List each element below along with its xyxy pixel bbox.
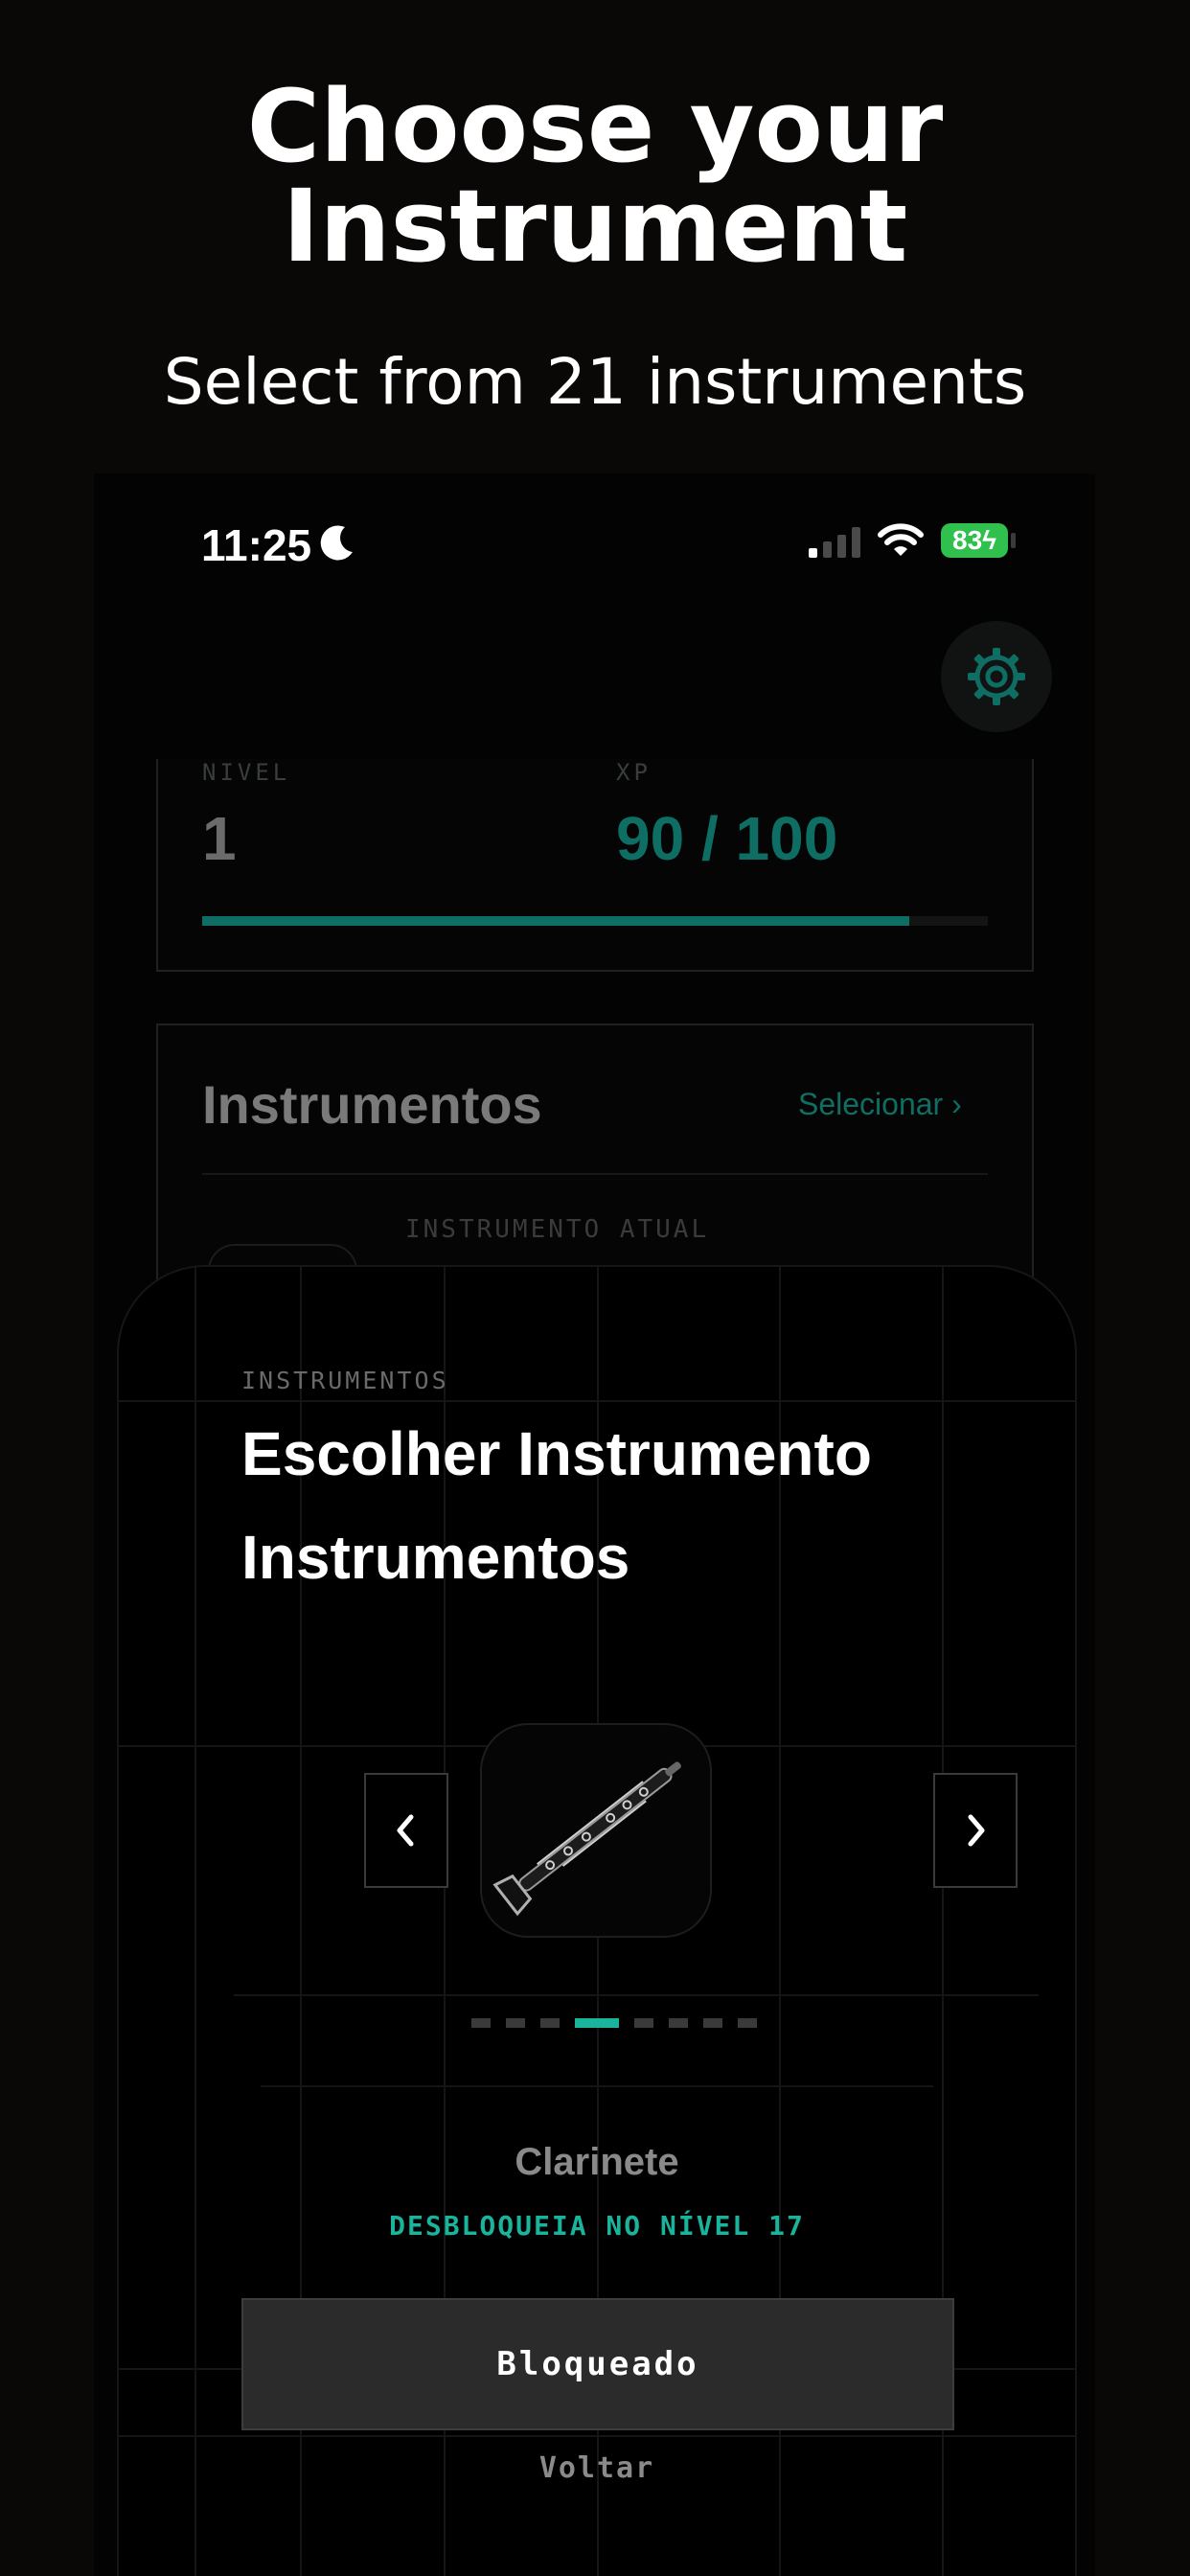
- chevron-right-icon: [968, 1814, 985, 1847]
- page-dot[interactable]: [669, 2018, 688, 2028]
- promo-headline: Choose your Instrument: [0, 77, 1190, 276]
- picker-subtitle: Instrumentos: [241, 1523, 630, 1592]
- page-dot[interactable]: [738, 2018, 757, 2028]
- page-dot-active[interactable]: [575, 2018, 619, 2028]
- unlock-requirement: DESBLOQUEIA NO NÍVEL 17: [389, 2210, 805, 2242]
- select-label: Selecionar: [798, 1087, 944, 1121]
- charging-bolt-icon: ϟ: [982, 525, 996, 555]
- battery-icon: 83ϟ: [941, 523, 1008, 558]
- battery-level: 83: [952, 525, 983, 555]
- settings-button[interactable]: [941, 621, 1052, 732]
- picker-title: Escolher Instrumento: [241, 1419, 872, 1488]
- level-label: NIVEL: [202, 759, 291, 786]
- wifi-icon: [878, 523, 924, 556]
- moon-icon: [320, 525, 353, 561]
- picker-kicker: INSTRUMENTOS: [241, 1367, 449, 1394]
- next-instrument-button[interactable]: [933, 1773, 1018, 1888]
- card-divider: [202, 1173, 988, 1175]
- page-dot[interactable]: [634, 2018, 653, 2028]
- xp-label: XP: [616, 759, 652, 786]
- page-dot[interactable]: [506, 2018, 525, 2028]
- headline-line-2: Instrument: [282, 168, 908, 285]
- headline-line-1: Choose your: [246, 68, 944, 185]
- status-time: 11:25: [201, 520, 312, 570]
- level-card: NIVEL 1 XP 90 / 100: [156, 759, 1034, 972]
- back-button[interactable]: Voltar: [119, 2451, 1075, 2485]
- instrument-picker-sheet: INSTRUMENTOS Escolher Instrumento Instru…: [117, 1265, 1077, 2576]
- sheet-divider: [261, 2085, 933, 2087]
- xp-progress-bar: [202, 916, 988, 926]
- level-value: 1: [202, 804, 237, 873]
- page-dot[interactable]: [471, 2018, 491, 2028]
- previous-instrument-button[interactable]: [364, 1773, 448, 1888]
- app-store-screenshot: Choose your Instrument Select from 21 in…: [0, 0, 1190, 2576]
- chevron-left-icon: [397, 1814, 414, 1847]
- cellular-signal-icon: [809, 527, 860, 558]
- battery-cap: [1011, 533, 1016, 548]
- status-bar: 11:25 83ϟ: [94, 473, 1095, 617]
- clarinet-icon: [492, 1761, 681, 1917]
- gear-icon: [968, 648, 1025, 705]
- select-instrument-link[interactable]: Selecionar ›: [798, 1087, 962, 1122]
- instrument-preview: [480, 1723, 712, 1938]
- xp-progress-fill: [202, 916, 909, 926]
- page-dot[interactable]: [540, 2018, 560, 2028]
- xp-value: 90 / 100: [616, 804, 838, 873]
- instruments-card-title: Instrumentos: [202, 1074, 542, 1135]
- locked-button[interactable]: Bloqueado: [241, 2298, 954, 2430]
- phone-screen: 11:25 83ϟ NIVEL 1 XP 90 / 100 Instrument…: [94, 473, 1095, 2576]
- page-dot[interactable]: [703, 2018, 722, 2028]
- chevron-right-icon: ›: [951, 1087, 962, 1121]
- current-instrument-label: INSTRUMENTO ATUAL: [405, 1215, 710, 1244]
- instrument-name: Clarinete: [515, 2141, 679, 2183]
- promo-subheadline: Select from 21 instruments: [163, 345, 1027, 419]
